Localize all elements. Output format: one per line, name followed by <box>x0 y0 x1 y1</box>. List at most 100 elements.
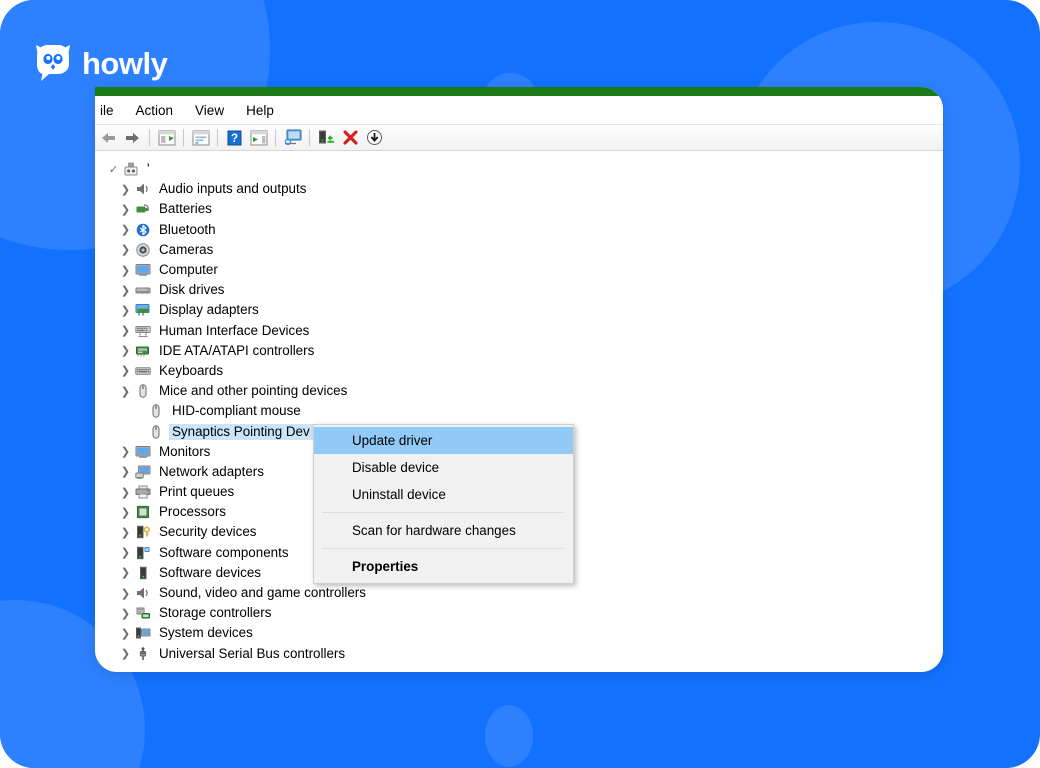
context-menu: Update driver Disable device Uninstall d… <box>313 424 574 584</box>
chevron-right-icon[interactable]: ❯ <box>117 324 134 337</box>
chevron-right-icon[interactable]: ❯ <box>117 587 134 600</box>
page-background: howly ile Action View Help <box>0 0 1040 768</box>
chevron-right-icon[interactable]: ❯ <box>117 627 134 640</box>
chevron-right-icon[interactable]: ❯ <box>117 183 134 196</box>
tree-item-sound-video-and-game-controllers[interactable]: ❯ Sound, video and game controllers <box>95 583 943 603</box>
hid-icon <box>134 323 151 339</box>
display-adapter-icon <box>134 302 151 318</box>
tree-item-ide-ata-atapi-controllers[interactable]: ❯ IDE ATA/ATAPI controllers <box>95 341 943 361</box>
chevron-right-icon[interactable]: ❯ <box>117 364 134 377</box>
tree-item-label: Computer <box>156 262 221 278</box>
menu-file[interactable]: ile <box>98 100 125 121</box>
back-arrow-icon[interactable] <box>97 127 120 149</box>
ide-controller-icon <box>134 343 151 359</box>
show-hide-console-tree-icon[interactable] <box>155 127 178 149</box>
update-driver-icon[interactable] <box>281 127 304 149</box>
menu-action[interactable]: Action <box>125 100 185 121</box>
tree-item-computer[interactable]: ❯ Computer <box>95 260 943 280</box>
ctx-disable-device[interactable]: Disable device <box>314 454 573 481</box>
tree-item-label: Network adapters <box>156 464 267 480</box>
chevron-right-icon[interactable]: ❯ <box>117 284 134 297</box>
tree-item-hid-compliant-mouse[interactable]: HID-compliant mouse <box>95 401 943 421</box>
help-icon[interactable]: ? <box>223 127 246 149</box>
tree-root-node[interactable]: ✓ ' <box>95 159 943 179</box>
tree-item-label: Audio inputs and outputs <box>156 181 309 197</box>
disable-device-icon[interactable] <box>339 127 362 149</box>
tree-item-display-adapters[interactable]: ❯ Display adapters <box>95 300 943 320</box>
mouse-icon <box>147 403 164 419</box>
tree-item-label: Software components <box>156 545 292 561</box>
tree-item-label: Display adapters <box>156 302 262 318</box>
system-device-icon <box>134 625 151 641</box>
chevron-right-icon[interactable]: ❯ <box>117 607 134 620</box>
processor-icon <box>134 504 151 520</box>
computer-root-icon <box>122 161 139 177</box>
tree-item-bluetooth[interactable]: ❯ Bluetooth <box>95 220 943 240</box>
tree-item-system-devices[interactable]: ❯ System devices <box>95 623 943 643</box>
owl-speech-bubble-icon <box>33 44 73 82</box>
tree-item-human-interface-devices[interactable]: ❯ Human Interface Devices <box>95 321 943 341</box>
ctx-properties[interactable]: Properties <box>314 553 573 580</box>
chevron-right-icon[interactable]: ❯ <box>117 486 134 499</box>
tree-item-disk-drives[interactable]: ❯ Disk drives <box>95 280 943 300</box>
forward-arrow-icon[interactable] <box>121 127 144 149</box>
ctx-scan-hardware-changes[interactable]: Scan for hardware changes <box>314 517 573 544</box>
tree-item-label: Keyboards <box>156 363 226 379</box>
usb-icon <box>134 646 151 662</box>
chevron-right-icon[interactable]: ❯ <box>117 264 134 277</box>
brand-name: howly <box>82 48 167 79</box>
camera-icon <box>134 242 151 258</box>
chevron-right-icon[interactable]: ❯ <box>117 344 134 357</box>
tree-item-label: Software devices <box>156 565 264 581</box>
software-device-icon <box>134 565 151 581</box>
properties-icon[interactable] <box>189 127 212 149</box>
tree-item-batteries[interactable]: ❯ Batteries <box>95 199 943 219</box>
keyboard-icon <box>134 363 151 379</box>
chevron-down-icon[interactable]: ✓ <box>105 163 122 176</box>
chevron-right-icon[interactable]: ❯ <box>117 526 134 539</box>
tree-item-label: Monitors <box>156 444 213 460</box>
chevron-right-icon[interactable]: ❯ <box>117 223 134 236</box>
chevron-right-icon[interactable]: ❯ <box>117 445 134 458</box>
tree-item-keyboards[interactable]: ❯ Keyboards <box>95 361 943 381</box>
tree-item-audio-inputs-and-outputs[interactable]: ❯ Audio inputs and outputs <box>95 179 943 199</box>
storage-controller-icon <box>134 605 151 621</box>
chevron-right-icon[interactable]: ❯ <box>117 304 134 317</box>
tree-item-label: IDE ATA/ATAPI controllers <box>156 343 317 359</box>
tree-item-label: Human Interface Devices <box>156 323 312 339</box>
menu-view[interactable]: View <box>184 100 235 121</box>
tree-item-mice-and-other-pointing-devices[interactable]: ❯ Mice and other pointing devices <box>95 381 943 401</box>
ctx-uninstall-device[interactable]: Uninstall device <box>314 481 573 508</box>
bluetooth-icon <box>134 222 151 238</box>
tree-item-label: Sound, video and game controllers <box>156 585 369 601</box>
tree-item-label: Print queues <box>156 484 237 500</box>
uninstall-device-icon[interactable] <box>315 127 338 149</box>
chevron-right-icon[interactable]: ❯ <box>117 243 134 256</box>
chevron-right-icon[interactable]: ❯ <box>117 647 134 660</box>
scan-hardware-changes-icon[interactable] <box>247 127 270 149</box>
chevron-right-icon[interactable]: ❯ <box>117 506 134 519</box>
tree-item-label: Disk drives <box>156 282 227 298</box>
toolbar: ? <box>95 124 943 151</box>
scan-down-icon[interactable] <box>363 127 386 149</box>
chevron-right-icon[interactable]: ❯ <box>117 203 134 216</box>
ctx-update-driver[interactable]: Update driver <box>314 427 573 454</box>
context-menu-separator <box>322 548 563 549</box>
tree-item-universal-serial-bus-controllers[interactable]: ❯ Universal Serial Bus controllers <box>95 644 943 664</box>
chevron-right-icon[interactable]: ❯ <box>117 465 134 478</box>
tree-item-label: Security devices <box>156 524 260 540</box>
tree-item-label: Storage controllers <box>156 605 274 621</box>
printer-icon <box>134 484 151 500</box>
tree-item-label: Batteries <box>156 201 215 217</box>
tree-item-storage-controllers[interactable]: ❯ Storage controllers <box>95 603 943 623</box>
tree-item-label: Mice and other pointing devices <box>156 383 350 399</box>
brand-logo: howly <box>33 44 167 82</box>
context-menu-separator <box>322 512 563 513</box>
menu-help[interactable]: Help <box>235 100 285 121</box>
chevron-right-icon[interactable]: ❯ <box>117 546 134 559</box>
chevron-right-icon[interactable]: ❯ <box>117 566 134 579</box>
tree-item-cameras[interactable]: ❯ Cameras <box>95 240 943 260</box>
chevron-down-icon[interactable]: ❯ <box>117 385 134 398</box>
tree-item-label: Bluetooth <box>156 222 219 238</box>
tree-item-label: Processors <box>156 504 229 520</box>
